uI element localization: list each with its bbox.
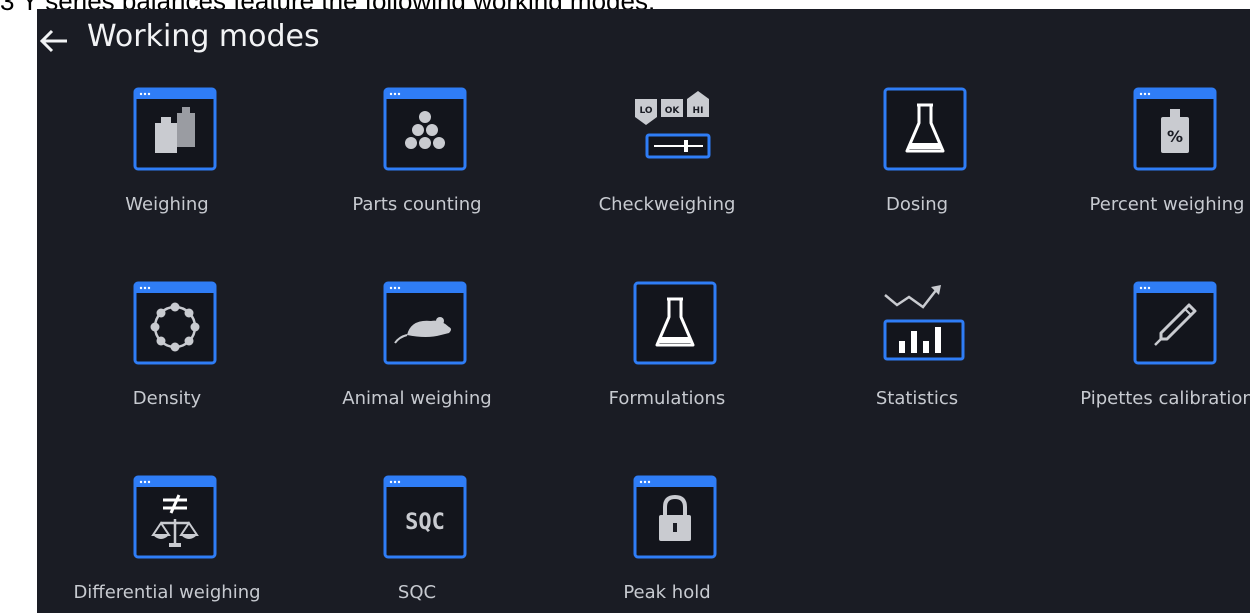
mode-tile-sqc[interactable]: SQC SQC [327, 475, 507, 613]
percent-text: % [1167, 127, 1183, 146]
density-ring-icon [133, 281, 217, 365]
lo-text: LO [639, 106, 652, 116]
sqc-text: SQC [405, 510, 445, 535]
back-button[interactable] [37, 21, 71, 61]
mode-tile-pipettes-calibration[interactable]: Pipettes calibration [1077, 281, 1250, 441]
mode-label: Statistics [875, 388, 959, 409]
lo-ok-hi-icon: LO OK HI [633, 87, 717, 171]
percent-weight-icon: % [1133, 87, 1217, 171]
mode-label: Formulations [608, 388, 726, 409]
header-bar: Working modes [37, 9, 1250, 75]
mode-label: Density [132, 388, 202, 409]
arrow-left-icon [39, 29, 67, 53]
mode-tile-density[interactable]: Density [77, 281, 257, 441]
mode-label: Percent weighing [1089, 194, 1245, 215]
mode-tile-weighing[interactable]: Weighing [77, 87, 257, 247]
mode-label: Weighing [125, 194, 209, 215]
pipette-icon [1133, 281, 1217, 365]
mode-tile-differential-weighing[interactable]: Differential weighing [73, 475, 261, 613]
parts-pile-icon [383, 87, 467, 171]
mode-tile-parts-counting[interactable]: Parts counting [327, 87, 507, 247]
mode-label: Peak hold [623, 582, 711, 603]
mode-tile-formulations[interactable]: Formulations [577, 281, 757, 441]
working-modes-screen: Working modes Weighing Parts counting LO… [37, 9, 1250, 613]
mode-tile-animal-weighing[interactable]: Animal weighing [327, 281, 507, 441]
differential-scale-icon [133, 475, 217, 559]
mode-label: Checkweighing [598, 194, 736, 215]
mode-label: Dosing [885, 194, 949, 215]
flask-icon [883, 87, 967, 171]
statistics-chart-icon [883, 281, 967, 365]
mode-tile-checkweighing[interactable]: LO OK HI Checkweighing [577, 87, 757, 247]
mode-tile-statistics[interactable]: Statistics [827, 281, 1007, 441]
page-title: Working modes [87, 19, 320, 54]
mode-tile-percent-weighing[interactable]: % Percent weighing [1077, 87, 1250, 247]
mode-label: Pipettes calibration [1080, 388, 1250, 409]
mouse-icon [383, 281, 467, 365]
mode-tile-dosing[interactable]: Dosing [827, 87, 1007, 247]
mode-label: Differential weighing [73, 582, 261, 603]
mode-label: SQC [397, 582, 437, 603]
mode-label: Parts counting [352, 194, 482, 215]
hi-text: HI [693, 106, 704, 116]
sqc-icon: SQC [383, 475, 467, 559]
padlock-icon [633, 475, 717, 559]
mode-label: Animal weighing [342, 388, 492, 409]
weights-icon [133, 87, 217, 171]
mode-tile-peak-hold[interactable]: Peak hold [577, 475, 757, 613]
flask-icon [633, 281, 717, 365]
ok-text: OK [665, 106, 681, 116]
